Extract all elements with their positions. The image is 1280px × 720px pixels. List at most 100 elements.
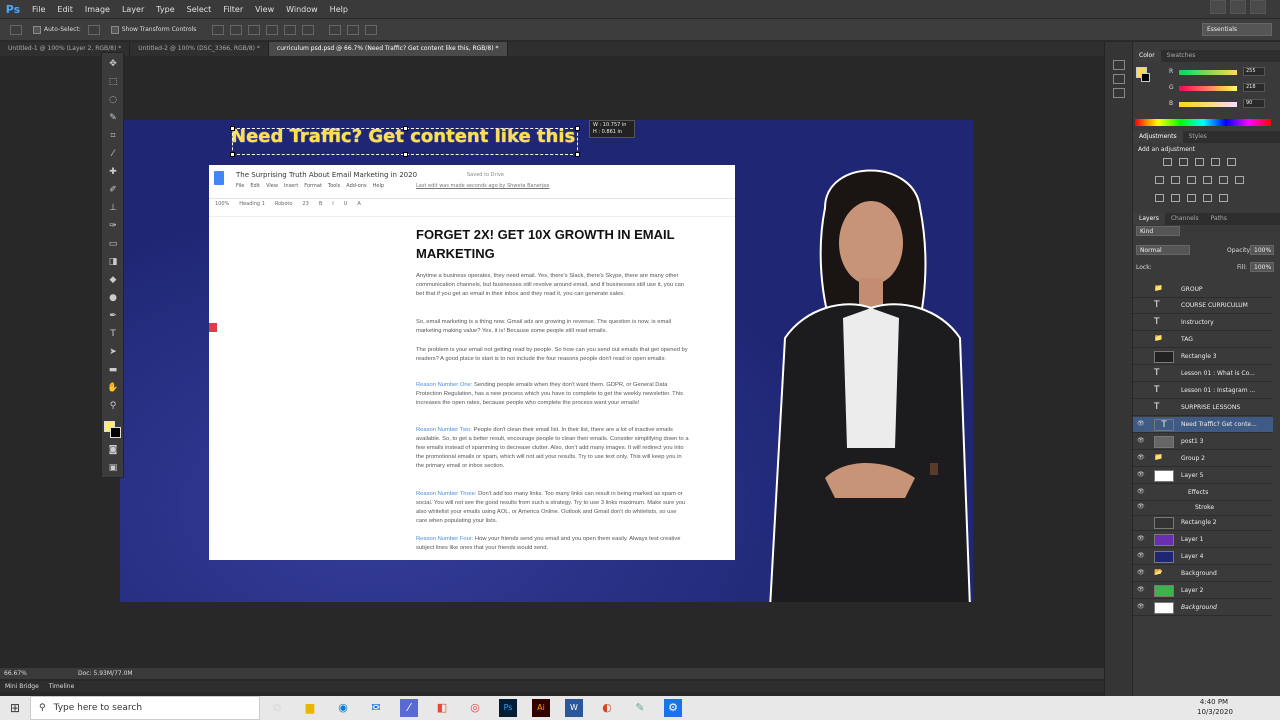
- eye-icon[interactable]: 👁: [1137, 438, 1145, 444]
- align-center-icon[interactable]: [284, 24, 297, 35]
- lasso-tool-icon[interactable]: ◌: [107, 95, 119, 106]
- layer-row[interactable]: 👁 📂 Background: [1133, 566, 1273, 582]
- tab-mini-bridge[interactable]: Mini Bridge: [0, 681, 44, 692]
- tab-styles[interactable]: Styles: [1183, 131, 1213, 143]
- eye-icon[interactable]: 👁: [1137, 472, 1145, 478]
- pen-tool-icon[interactable]: ✒: [107, 311, 119, 322]
- background-color-swatch[interactable]: [110, 427, 121, 438]
- screen-mode-icon[interactable]: ▣: [107, 463, 119, 474]
- powerpoint-icon[interactable]: ◐: [598, 699, 616, 717]
- show-transform-checkbox[interactable]: [110, 25, 119, 34]
- threshold-icon[interactable]: [1187, 194, 1196, 202]
- tab-swatches[interactable]: Swatches: [1161, 50, 1202, 62]
- layer-row[interactable]: Rectangle 3: [1133, 349, 1273, 365]
- distribute-icon[interactable]: [329, 24, 342, 35]
- layer-row[interactable]: T Lesson 01 : What is Co...: [1133, 366, 1273, 382]
- gradient-map-icon[interactable]: [1203, 194, 1212, 202]
- gradient-tool-icon[interactable]: ◨: [107, 257, 119, 268]
- visibility-toggle[interactable]: [1137, 370, 1144, 376]
- menu-edit[interactable]: Edit: [51, 5, 79, 14]
- layer-row-selected[interactable]: 👁 T Need Traffic? Get conte...: [1133, 417, 1273, 433]
- menu-window[interactable]: Window: [280, 5, 324, 14]
- brush-tool-icon[interactable]: ✐: [107, 185, 119, 196]
- visibility-toggle[interactable]: [1137, 404, 1144, 410]
- settings-app-icon[interactable]: ⚙: [664, 699, 682, 717]
- shape-tool-icon[interactable]: ▬: [107, 365, 119, 376]
- brightness-icon[interactable]: [1163, 158, 1172, 166]
- properties-icon[interactable]: [1113, 88, 1125, 98]
- tab-paths[interactable]: Paths: [1205, 213, 1233, 225]
- illustrator-icon[interactable]: Ai: [532, 699, 550, 717]
- document-canvas[interactable]: The Surprising Truth About Email Marketi…: [120, 120, 973, 602]
- transform-handle[interactable]: [230, 152, 235, 157]
- move-tool-icon[interactable]: ✥: [107, 59, 119, 70]
- tab-channels[interactable]: Channels: [1165, 213, 1205, 225]
- eye-icon[interactable]: 👁: [1137, 455, 1145, 461]
- eye-icon[interactable]: 👁: [1137, 421, 1145, 427]
- color-lookup-icon[interactable]: [1235, 176, 1244, 184]
- eyedropper-tool-icon[interactable]: ⁄: [107, 149, 119, 160]
- eye-icon[interactable]: 👁: [1137, 604, 1145, 610]
- stamp-tool-icon[interactable]: ⊥: [107, 203, 119, 214]
- color-balance-icon[interactable]: [1171, 176, 1180, 184]
- transform-handle[interactable]: [575, 152, 580, 157]
- menu-image[interactable]: Image: [79, 5, 116, 14]
- windows-start-icon[interactable]: ⊞: [0, 701, 30, 715]
- transform-handle[interactable]: [575, 126, 580, 131]
- color-spectrum[interactable]: [1135, 119, 1271, 126]
- blend-mode-dropdown[interactable]: Normal: [1136, 245, 1190, 255]
- effects-row[interactable]: 👁 Effects: [1133, 485, 1273, 501]
- align-left-icon[interactable]: [266, 24, 279, 35]
- tab-timeline[interactable]: Timeline: [44, 681, 80, 692]
- invert-icon[interactable]: [1155, 194, 1164, 202]
- layer-row[interactable]: 👁 Layer 4: [1133, 549, 1273, 565]
- levels-icon[interactable]: [1179, 158, 1188, 166]
- visibility-toggle[interactable]: [1137, 319, 1144, 325]
- posterize-icon[interactable]: [1171, 194, 1180, 202]
- blur-tool-icon[interactable]: ◆: [107, 275, 119, 286]
- layer-row[interactable]: 📁 GROUP: [1133, 282, 1273, 298]
- kind-filter-dropdown[interactable]: Kind: [1136, 226, 1180, 236]
- curves-icon[interactable]: [1195, 158, 1204, 166]
- menu-type[interactable]: Type: [150, 5, 180, 14]
- transform-handle[interactable]: [230, 126, 235, 131]
- app-icon[interactable]: ⁄: [400, 699, 418, 717]
- tab-curriculum-psd[interactable]: curriculum psd.psd @ 66.7% (Need Traffic…: [268, 42, 508, 56]
- workspace-dropdown[interactable]: Essentials: [1202, 23, 1272, 36]
- layer-row[interactable]: Rectangle 2: [1133, 515, 1273, 531]
- move-tool-icon[interactable]: [10, 24, 22, 35]
- visibility-toggle[interactable]: [1137, 302, 1144, 308]
- task-view-icon[interactable]: ⧉: [268, 699, 286, 717]
- distribute-icon[interactable]: [347, 24, 360, 35]
- close-button[interactable]: [1250, 0, 1266, 14]
- maximize-button[interactable]: [1230, 0, 1246, 14]
- eye-icon[interactable]: 👁: [1137, 536, 1145, 542]
- layer-row[interactable]: 📁 TAG: [1133, 332, 1273, 348]
- layer-row[interactable]: 👁 Layer 5: [1133, 468, 1273, 484]
- channel-mixer-icon[interactable]: [1219, 176, 1228, 184]
- blue-slider[interactable]: B 90: [1169, 99, 1269, 110]
- exposure-icon[interactable]: [1211, 158, 1220, 166]
- menu-file[interactable]: File: [26, 5, 51, 14]
- tab-untitled-2[interactable]: Untitled-2 @ 100% (DSC_3366, RGB/8) *: [130, 42, 269, 56]
- eye-icon[interactable]: 👁: [1137, 570, 1145, 576]
- tab-adjustments[interactable]: Adjustments: [1133, 131, 1183, 143]
- layer-row[interactable]: T SURPRISE LESSONS: [1133, 400, 1273, 416]
- photo-filter-icon[interactable]: [1203, 176, 1212, 184]
- selective-color-icon[interactable]: [1219, 194, 1228, 202]
- visibility-toggle[interactable]: [1137, 336, 1144, 342]
- distribute-icon[interactable]: [365, 24, 378, 35]
- menu-view[interactable]: View: [249, 5, 280, 14]
- minimize-button[interactable]: [1210, 0, 1226, 14]
- visibility-toggle[interactable]: [1137, 387, 1144, 393]
- zoom-level[interactable]: 66.67%: [4, 670, 27, 677]
- crop-tool-icon[interactable]: ⌗: [107, 131, 119, 142]
- eye-icon[interactable]: 👁: [1137, 504, 1145, 510]
- opacity-input[interactable]: 100%: [1250, 245, 1274, 255]
- visibility-toggle[interactable]: [1137, 353, 1144, 359]
- healing-tool-icon[interactable]: ✚: [107, 167, 119, 178]
- layer-row[interactable]: 👁 Layer 1: [1133, 532, 1273, 548]
- stroke-effect-row[interactable]: 👁 Stroke: [1133, 500, 1273, 516]
- history-brush-tool-icon[interactable]: ✑: [107, 221, 119, 232]
- layer-row[interactable]: 👁 Background: [1133, 600, 1273, 616]
